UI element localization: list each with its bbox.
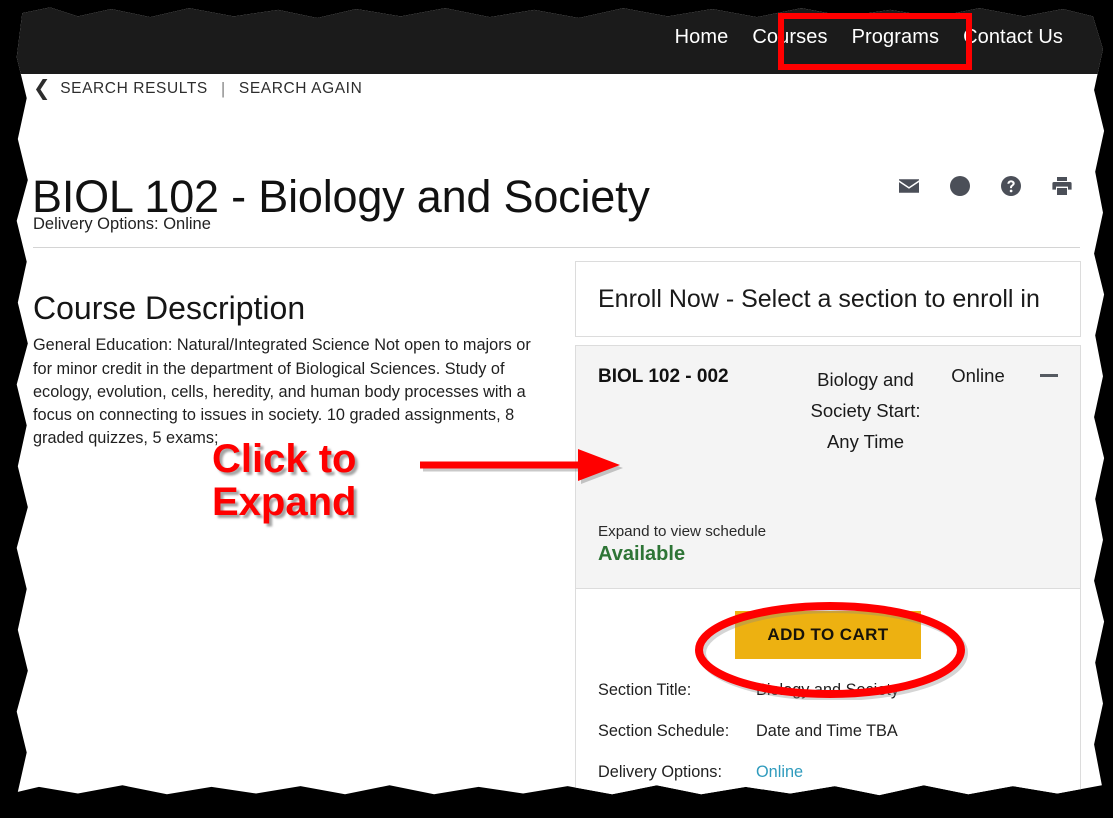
enroll-now-header: Enroll Now - Select a section to enroll …	[575, 261, 1081, 337]
detail-label: Delivery Options:	[598, 763, 722, 781]
detail-row-delivery-options: Delivery Options: Online	[576, 763, 1080, 782]
nav-courses[interactable]: Courses	[740, 26, 839, 49]
detail-row-section-schedule: Section Schedule: Date and Time TBA	[576, 722, 1080, 741]
minus-icon[interactable]	[1033, 364, 1066, 377]
course-delivery-options: Delivery Options: Online	[33, 215, 211, 233]
section-code: BIOL 102 - 002	[598, 366, 729, 387]
enroll-panel: Enroll Now - Select a section to enroll …	[575, 261, 1081, 796]
section-meta: Expand to view schedule Available	[598, 523, 766, 566]
delivery-options-link[interactable]: Online	[756, 763, 803, 782]
detail-label: Section Schedule:	[598, 722, 730, 740]
course-description-heading: Course Description	[33, 289, 306, 326]
clock-icon[interactable]	[947, 173, 973, 199]
breadcrumb-search-results-link[interactable]: SEARCH RESULTS	[60, 80, 208, 98]
browser-page: Home Courses Programs Contact Us ❮ SEARC…	[16, 7, 1105, 796]
click-to-expand-line-2: Expand	[212, 480, 357, 524]
section-delivery-mode: Online	[951, 365, 1005, 386]
help-icon[interactable]	[998, 173, 1024, 199]
breadcrumb: ❮ SEARCH RESULTS | SEARCH AGAIN	[33, 78, 362, 99]
cart-panel: ADD TO CART Section Title: Biology and S…	[575, 589, 1081, 796]
screenshot-frame: Home Courses Programs Contact Us ❮ SEARC…	[0, 0, 1113, 818]
nav-programs[interactable]: Programs	[840, 26, 952, 49]
add-to-cart-button[interactable]: ADD TO CART	[735, 611, 921, 659]
add-to-cart-wrapper: ADD TO CART	[576, 611, 1080, 659]
expand-to-view-schedule-hint: Expand to view schedule	[598, 523, 767, 540]
header-divider	[33, 247, 1080, 248]
nav-contact-us[interactable]: Contact Us	[951, 26, 1075, 49]
course-description-body: General Education: Natural/Integrated Sc…	[33, 336, 531, 448]
detail-row-section-title: Section Title: Biology and Society	[576, 681, 1080, 700]
top-navigation-bar: Home Courses Programs Contact Us	[16, 7, 1105, 74]
enroll-now-header-text: Enroll Now - Select a section to enroll …	[598, 284, 1040, 313]
detail-label: Section Title:	[598, 681, 692, 699]
status-badge: Available	[598, 543, 686, 565]
back-chevron-icon[interactable]: ❮	[33, 78, 51, 99]
section-name: Biology and Society Start: Any Time	[810, 369, 921, 452]
header-icon-toolbar	[896, 173, 1075, 199]
nav-home[interactable]: Home	[663, 26, 741, 49]
breadcrumb-search-again-link[interactable]: SEARCH AGAIN	[239, 80, 362, 98]
click-to-expand-annotation: Click to Expand	[212, 438, 412, 524]
detail-value: Biology and Society	[756, 681, 900, 699]
section-card[interactable]: BIOL 102 - 002 Biology and Society Start…	[575, 345, 1081, 589]
section-card-top-row: BIOL 102 - 002 Biology and Society Start…	[576, 364, 1080, 457]
breadcrumb-separator: |	[220, 78, 226, 98]
email-icon[interactable]	[896, 173, 922, 199]
print-icon[interactable]	[1049, 173, 1075, 199]
detail-value: Date and Time TBA	[756, 722, 898, 740]
